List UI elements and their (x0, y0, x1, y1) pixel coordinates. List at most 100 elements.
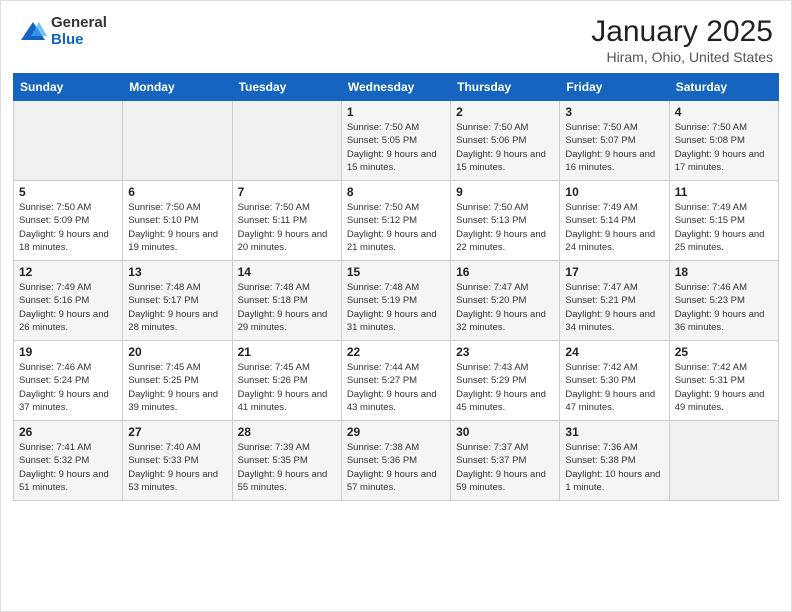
calendar-cell: 20Sunrise: 7:45 AM Sunset: 5:25 PM Dayli… (123, 341, 232, 421)
logo-icon (19, 18, 47, 46)
day-number: 23 (456, 345, 554, 359)
calendar-cell: 21 Sunrise: 7:45 AM Sunset: 5:26 PM Dayli… (232, 341, 341, 421)
title-block: January 2025 Hiram, Ohio, United States (591, 15, 773, 65)
calendar-cell: 30 Sunrise: 7:37 AM Sunset: 5:37 PM Dayli… (451, 421, 560, 501)
calendar-cell (14, 101, 123, 181)
day-info: Sunrise: 7:46 AM Sunset: 5:23 PM Dayligh… (675, 281, 773, 334)
calendar-cell: 14 Sunrise: 7:48 AM Sunset: 5:18 PM Dayli… (232, 261, 341, 341)
day-info: Sunrise: 7:50 AM Sunset: 5:11 PM Dayligh… (238, 201, 336, 254)
day-number: 30 (456, 425, 554, 439)
day-number: 14 (238, 265, 336, 279)
day-number: 22 (347, 345, 445, 359)
logo: General Blue (19, 15, 107, 48)
day-info: Sunrise: 7:48 AM Sunset: 5:18 PM Dayligh… (238, 281, 336, 334)
location: Hiram, Ohio, United States (591, 49, 773, 65)
day-info: Sunrise: 7:47 AM Sunset: 5:20 PM Dayligh… (456, 281, 554, 334)
day-info: Sunrise: 7:36 AM Sunset: 5:38 PM Dayligh… (565, 441, 663, 494)
calendar-cell: 26 Sunrise: 7:41 AM Sunset: 5:32 PM Dayli… (14, 421, 123, 501)
day-number: 9 (456, 185, 554, 199)
day-number: 20 (128, 345, 226, 359)
day-number: 27 (128, 425, 226, 439)
week-row-2: 5Sunrise: 7:50 AM Sunset: 5:09 PM Daylig… (14, 181, 779, 261)
day-info: Sunrise: 7:41 AM Sunset: 5:32 PM Dayligh… (19, 441, 117, 494)
month-title: January 2025 (591, 15, 773, 49)
day-number: 6 (128, 185, 226, 199)
calendar-header: SundayMondayTuesdayWednesdayThursdayFrid… (14, 74, 779, 101)
day-number: 15 (347, 265, 445, 279)
week-row-3: 12 Sunrise: 7:49 AM Sunset: 5:16 PM Dayli… (14, 261, 779, 341)
calendar-cell: 28Sunrise: 7:39 AM Sunset: 5:35 PM Dayli… (232, 421, 341, 501)
day-number: 2 (456, 105, 554, 119)
day-number: 4 (675, 105, 773, 119)
calendar-cell: 5Sunrise: 7:50 AM Sunset: 5:09 PM Daylig… (14, 181, 123, 261)
calendar-cell: 27 Sunrise: 7:40 AM Sunset: 5:33 PM Dayli… (123, 421, 232, 501)
day-info: Sunrise: 7:45 AM Sunset: 5:26 PM Dayligh… (238, 361, 336, 414)
logo-general: General (51, 15, 107, 32)
day-number: 7 (238, 185, 336, 199)
day-info: Sunrise: 7:42 AM Sunset: 5:30 PM Dayligh… (565, 361, 663, 414)
calendar-cell: 4 Sunrise: 7:50 AM Sunset: 5:08 PM Daylig… (669, 101, 778, 181)
day-info: Sunrise: 7:50 AM Sunset: 5:09 PM Dayligh… (19, 201, 117, 254)
day-info: Sunrise: 7:40 AM Sunset: 5:33 PM Dayligh… (128, 441, 226, 494)
calendar-cell: 18 Sunrise: 7:46 AM Sunset: 5:23 PM Dayli… (669, 261, 778, 341)
calendar-cell: 8Sunrise: 7:50 AM Sunset: 5:12 PM Daylig… (341, 181, 450, 261)
header: General Blue January 2025 Hiram, Ohio, U… (1, 1, 791, 73)
day-info: Sunrise: 7:50 AM Sunset: 5:10 PM Dayligh… (128, 201, 226, 254)
calendar-cell: 19Sunrise: 7:46 AM Sunset: 5:24 PM Dayli… (14, 341, 123, 421)
day-number: 17 (565, 265, 663, 279)
day-number: 29 (347, 425, 445, 439)
calendar-cell: 17Sunrise: 7:47 AM Sunset: 5:21 PM Dayli… (560, 261, 669, 341)
calendar-cell (232, 101, 341, 181)
calendar-cell: 11 Sunrise: 7:49 AM Sunset: 5:15 PM Dayli… (669, 181, 778, 261)
day-info: Sunrise: 7:50 AM Sunset: 5:13 PM Dayligh… (456, 201, 554, 254)
day-info: Sunrise: 7:50 AM Sunset: 5:12 PM Dayligh… (347, 201, 445, 254)
day-number: 12 (19, 265, 117, 279)
day-info: Sunrise: 7:49 AM Sunset: 5:14 PM Dayligh… (565, 201, 663, 254)
weekday-row: SundayMondayTuesdayWednesdayThursdayFrid… (14, 74, 779, 101)
calendar-cell: 7 Sunrise: 7:50 AM Sunset: 5:11 PM Daylig… (232, 181, 341, 261)
day-info: Sunrise: 7:50 AM Sunset: 5:06 PM Dayligh… (456, 121, 554, 174)
calendar-cell: 31 Sunrise: 7:36 AM Sunset: 5:38 PM Dayli… (560, 421, 669, 501)
day-number: 21 (238, 345, 336, 359)
logo-blue: Blue (51, 32, 107, 49)
day-info: Sunrise: 7:50 AM Sunset: 5:08 PM Dayligh… (675, 121, 773, 174)
week-row-4: 19Sunrise: 7:46 AM Sunset: 5:24 PM Dayli… (14, 341, 779, 421)
calendar-cell: 13 Sunrise: 7:48 AM Sunset: 5:17 PM Dayli… (123, 261, 232, 341)
day-info: Sunrise: 7:38 AM Sunset: 5:36 PM Dayligh… (347, 441, 445, 494)
weekday-header-thursday: Thursday (451, 74, 560, 101)
calendar-body: 1 Sunrise: 7:50 AM Sunset: 5:05 PM Daylig… (14, 101, 779, 501)
day-number: 26 (19, 425, 117, 439)
day-number: 18 (675, 265, 773, 279)
weekday-header-saturday: Saturday (669, 74, 778, 101)
day-info: Sunrise: 7:49 AM Sunset: 5:16 PM Dayligh… (19, 281, 117, 334)
calendar-cell: 29 Sunrise: 7:38 AM Sunset: 5:36 PM Dayli… (341, 421, 450, 501)
day-number: 1 (347, 105, 445, 119)
calendar-page: General Blue January 2025 Hiram, Ohio, U… (0, 0, 792, 612)
day-number: 25 (675, 345, 773, 359)
day-number: 11 (675, 185, 773, 199)
day-number: 24 (565, 345, 663, 359)
calendar-cell: 1 Sunrise: 7:50 AM Sunset: 5:05 PM Daylig… (341, 101, 450, 181)
calendar-cell: 25Sunrise: 7:42 AM Sunset: 5:31 PM Dayli… (669, 341, 778, 421)
day-info: Sunrise: 7:37 AM Sunset: 5:37 PM Dayligh… (456, 441, 554, 494)
week-row-1: 1 Sunrise: 7:50 AM Sunset: 5:05 PM Daylig… (14, 101, 779, 181)
calendar-cell: 24 Sunrise: 7:42 AM Sunset: 5:30 PM Dayli… (560, 341, 669, 421)
calendar-cell: 15 Sunrise: 7:48 AM Sunset: 5:19 PM Dayli… (341, 261, 450, 341)
day-number: 10 (565, 185, 663, 199)
calendar-cell: 23 Sunrise: 7:43 AM Sunset: 5:29 PM Dayli… (451, 341, 560, 421)
day-number: 31 (565, 425, 663, 439)
day-number: 13 (128, 265, 226, 279)
day-info: Sunrise: 7:49 AM Sunset: 5:15 PM Dayligh… (675, 201, 773, 254)
day-number: 3 (565, 105, 663, 119)
day-info: Sunrise: 7:48 AM Sunset: 5:19 PM Dayligh… (347, 281, 445, 334)
day-info: Sunrise: 7:48 AM Sunset: 5:17 PM Dayligh… (128, 281, 226, 334)
weekday-header-sunday: Sunday (14, 74, 123, 101)
calendar-cell (669, 421, 778, 501)
calendar-cell: 22Sunrise: 7:44 AM Sunset: 5:27 PM Dayli… (341, 341, 450, 421)
day-info: Sunrise: 7:43 AM Sunset: 5:29 PM Dayligh… (456, 361, 554, 414)
day-info: Sunrise: 7:50 AM Sunset: 5:05 PM Dayligh… (347, 121, 445, 174)
logo-text: General Blue (51, 15, 107, 48)
weekday-header-tuesday: Tuesday (232, 74, 341, 101)
calendar-cell (123, 101, 232, 181)
day-info: Sunrise: 7:46 AM Sunset: 5:24 PM Dayligh… (19, 361, 117, 414)
